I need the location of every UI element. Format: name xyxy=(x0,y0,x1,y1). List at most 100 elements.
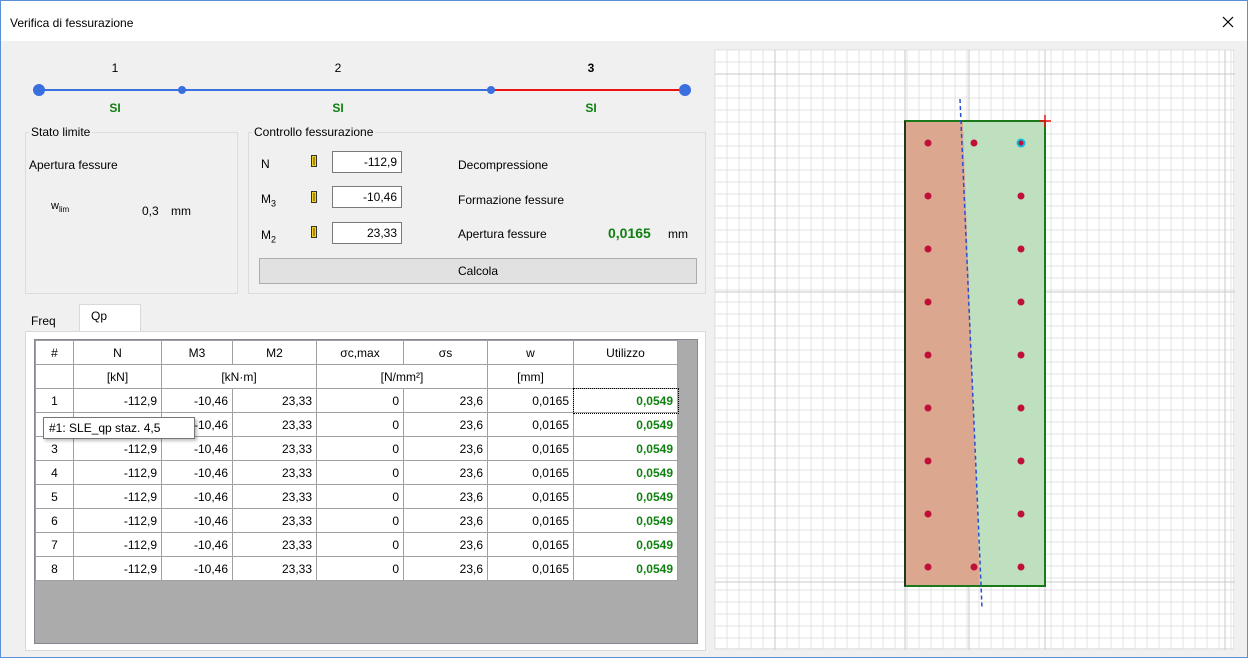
results-table-container[interactable]: # N M3 M2 σc,max σs w Utilizzo [kN] [kN·… xyxy=(34,339,698,644)
table-cell[interactable]: -112,9 xyxy=(73,388,162,413)
table-cell[interactable]: 23,33 xyxy=(232,460,317,485)
step-node-2 xyxy=(487,86,495,94)
table-cell[interactable]: -112,9 xyxy=(73,460,162,485)
utilizzo-cell[interactable]: 0,0549 xyxy=(573,460,678,485)
table-cell[interactable]: 0,0165 xyxy=(487,484,574,509)
table-cell[interactable]: 23,33 xyxy=(232,556,317,581)
table-cell[interactable]: 0,0165 xyxy=(487,460,574,485)
table-cell[interactable]: -10,46 xyxy=(161,556,233,581)
table-cell[interactable]: 3 xyxy=(35,436,74,461)
column-header[interactable]: N xyxy=(73,340,162,365)
rebar-dot xyxy=(924,192,932,200)
table-cell[interactable]: -112,9 xyxy=(73,508,162,533)
table-cell[interactable]: 23,6 xyxy=(403,484,488,509)
column-header[interactable]: # xyxy=(35,340,74,365)
table-row[interactable]: 7 -112,9 -10,46 23,33 0 23,6 0,0165 0,0549 xyxy=(35,532,678,557)
utilizzo-cell[interactable]: 0,0549 xyxy=(573,556,678,581)
table-cell[interactable]: 0 xyxy=(316,436,404,461)
table-cell[interactable]: 0,0165 xyxy=(487,412,574,437)
table-cell[interactable]: 0 xyxy=(316,388,404,413)
section-canvas[interactable] xyxy=(714,49,1235,651)
table-cell[interactable]: 4 xyxy=(35,460,74,485)
column-header[interactable]: Utilizzo xyxy=(573,340,678,365)
unit-cell: [mm] xyxy=(487,364,574,389)
table-cell[interactable]: 0 xyxy=(316,412,404,437)
table-cell[interactable]: 5 xyxy=(35,484,74,509)
m2-indicator-icon xyxy=(311,226,317,238)
utilizzo-cell[interactable]: 0,0549 xyxy=(572,387,679,414)
table-row[interactable]: 6 -112,9 -10,46 23,33 0 23,6 0,0165 0,0549 xyxy=(35,508,678,533)
table-cell[interactable]: -10,46 xyxy=(161,460,233,485)
table-cell[interactable]: -10,46 xyxy=(161,436,233,461)
column-header[interactable]: M3 xyxy=(161,340,233,365)
rebar-dot xyxy=(924,245,932,253)
table-cell[interactable]: 23,33 xyxy=(232,532,317,557)
table-cell[interactable]: -112,9 xyxy=(73,484,162,509)
column-header[interactable]: M2 xyxy=(232,340,317,365)
table-cell[interactable]: -10,46 xyxy=(161,388,233,413)
utilizzo-cell[interactable]: 0,0549 xyxy=(573,412,678,437)
step-node-end xyxy=(679,84,691,96)
tab-freq[interactable]: Freq xyxy=(31,314,56,328)
utilizzo-cell[interactable]: 0,0549 xyxy=(573,484,678,509)
table-cell[interactable]: 6 xyxy=(35,508,74,533)
table-cell[interactable]: 23,6 xyxy=(403,436,488,461)
close-icon[interactable] xyxy=(1217,11,1239,33)
table-cell[interactable]: 1 xyxy=(35,388,74,413)
table-cell[interactable]: 0,0165 xyxy=(487,388,574,413)
table-cell[interactable]: -112,9 xyxy=(73,556,162,581)
tab-qp[interactable]: Qp xyxy=(79,304,141,332)
table-cell[interactable]: 23,6 xyxy=(403,388,488,413)
table-cell[interactable]: 0,0165 xyxy=(487,508,574,533)
table-cell[interactable]: 0 xyxy=(316,508,404,533)
table-cell[interactable]: -10,46 xyxy=(161,484,233,509)
table-cell[interactable]: -112,9 xyxy=(73,532,162,557)
utilizzo-cell[interactable]: 0,0549 xyxy=(573,436,678,461)
table-cell[interactable]: 0,0165 xyxy=(487,436,574,461)
table-cell[interactable]: 0 xyxy=(316,532,404,557)
table-cell[interactable]: 23,33 xyxy=(232,484,317,509)
table-row[interactable]: 5 -112,9 -10,46 23,33 0 23,6 0,0165 0,0549 xyxy=(35,484,678,509)
table-row[interactable]: 1 -112,9 -10,46 23,33 0 23,6 0,0165 0,0549 xyxy=(35,387,679,414)
utilizzo-cell[interactable]: 0,0549 xyxy=(573,508,678,533)
table-cell[interactable]: 23,6 xyxy=(403,412,488,437)
apertura-unit: mm xyxy=(668,227,688,241)
table-cell[interactable]: 23,33 xyxy=(232,388,317,413)
rebar-dot xyxy=(1017,351,1025,359)
table-cell[interactable]: 0 xyxy=(316,484,404,509)
table-cell[interactable]: 0 xyxy=(316,460,404,485)
n-input[interactable]: -112,9 xyxy=(332,151,402,173)
table-cell[interactable]: 23,33 xyxy=(232,412,317,437)
rebar-dot xyxy=(1017,563,1025,571)
table-cell[interactable]: 0,0165 xyxy=(487,532,574,557)
m3-indicator-icon xyxy=(311,191,317,203)
table-cell[interactable]: -10,46 xyxy=(161,508,233,533)
table-cell[interactable]: 23,6 xyxy=(403,460,488,485)
table-row[interactable]: 4 -112,9 -10,46 23,33 0 23,6 0,0165 0,0549 xyxy=(35,460,678,485)
table-cell[interactable]: 0,0165 xyxy=(487,556,574,581)
m2-input[interactable]: 23,33 xyxy=(332,222,402,244)
table-cell[interactable]: 0 xyxy=(316,556,404,581)
table-cell[interactable]: 23,33 xyxy=(232,436,317,461)
column-header[interactable]: σs xyxy=(403,340,488,365)
table-cell[interactable]: 23,6 xyxy=(403,508,488,533)
table-cell[interactable]: 23,6 xyxy=(403,556,488,581)
table-cell[interactable]: -112,9 xyxy=(73,436,162,461)
table-cell[interactable]: 23,33 xyxy=(232,508,317,533)
column-header[interactable]: w xyxy=(487,340,574,365)
rebar-dot xyxy=(1017,510,1025,518)
utilizzo-cell[interactable]: 0,0549 xyxy=(573,532,678,557)
m3-input[interactable]: -10,46 xyxy=(332,186,402,208)
column-header[interactable]: σc,max xyxy=(316,340,404,365)
table-cell[interactable]: -10,46 xyxy=(161,532,233,557)
table-row[interactable]: 3 -112,9 -10,46 23,33 0 23,6 0,0165 0,0549 xyxy=(35,436,678,461)
table-cell[interactable]: 8 xyxy=(35,556,74,581)
table-cell[interactable]: 23,6 xyxy=(403,532,488,557)
unit-cell: [N/mm²] xyxy=(316,364,488,389)
table-row[interactable]: 8 -112,9 -10,46 23,33 0 23,6 0,0165 0,0549 xyxy=(35,556,678,581)
table-units-row: [kN] [kN·m] [N/mm²] [mm] xyxy=(35,364,678,389)
controllo-fessurazione-group: Controllo fessurazione N -112,9 M3 -10,4… xyxy=(248,125,706,294)
unit-cell xyxy=(35,364,74,389)
table-cell[interactable]: 7 xyxy=(35,532,74,557)
calcola-button[interactable]: Calcola xyxy=(259,258,697,284)
